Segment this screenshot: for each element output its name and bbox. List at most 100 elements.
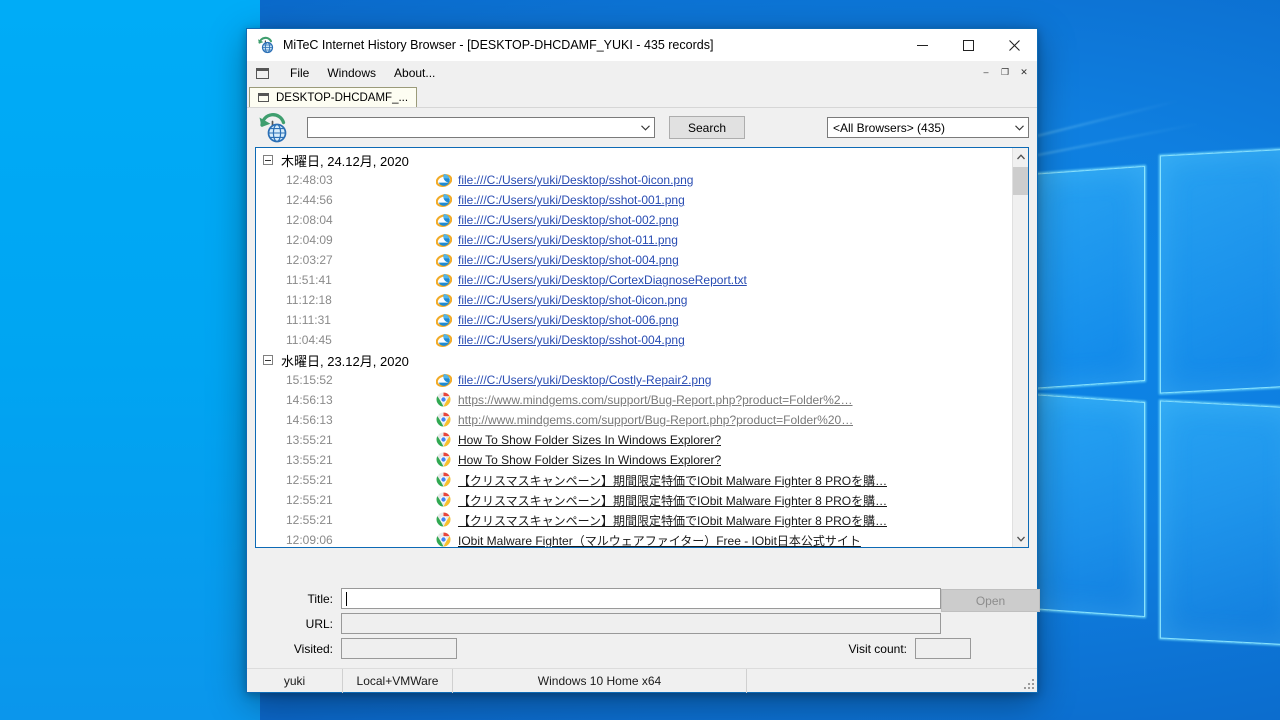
menu-bar: File Windows About... – ❐ ✕ (247, 61, 1037, 85)
vertical-scrollbar[interactable] (1012, 148, 1028, 547)
history-row-link[interactable]: file:///C:/Users/yuki/Desktop/sshot-004.… (458, 333, 685, 347)
history-row-link[interactable]: 【クリスマスキャンペーン】期間限定特価でIObit Malware Fighte… (458, 512, 887, 529)
history-row-link[interactable]: file:///C:/Users/yuki/Desktop/sshot-0ico… (458, 173, 693, 187)
internet-explorer-icon (435, 212, 453, 228)
internet-explorer-icon (435, 272, 453, 288)
internet-explorer-icon (435, 232, 453, 248)
minimize-button[interactable] (899, 29, 945, 61)
window-title: MiTeC Internet History Browser - [DESKTO… (283, 38, 714, 52)
menu-item-about[interactable]: About... (385, 64, 444, 82)
history-row-time: 11:11:31 (286, 313, 331, 327)
maximize-button[interactable] (945, 29, 991, 61)
open-button[interactable]: Open (941, 589, 1040, 612)
history-row-link[interactable]: 【クリスマスキャンペーン】期間限定特価でIObit Malware Fighte… (458, 472, 887, 489)
resize-grip[interactable] (1024, 679, 1034, 689)
history-row-link[interactable]: How To Show Folder Sizes In Windows Expl… (458, 453, 721, 467)
scrollbar-thumb[interactable] (1012, 167, 1028, 195)
internet-explorer-icon (435, 332, 453, 348)
history-row[interactable]: 12:55:21 【クリスマスキャンペーン】期間限定特価でIObit Malwar… (256, 490, 1012, 510)
history-row-link[interactable]: IObit Malware Fighter（マルウェアファイター）Free - … (458, 532, 861, 548)
close-button[interactable] (991, 29, 1037, 61)
history-row[interactable]: 12:04:09 file:///C:/Users/yuki/Desktop/sh… (256, 230, 1012, 250)
scroll-up-icon[interactable] (1012, 148, 1028, 165)
scroll-down-icon[interactable] (1012, 530, 1028, 547)
history-row-link[interactable]: 【クリスマスキャンペーン】期間限定特価でIObit Malware Fighte… (458, 492, 887, 509)
history-row-time: 12:08:04 (286, 213, 333, 227)
history-row[interactable]: 11:51:41 file:///C:/Users/yuki/Desktop/Co… (256, 270, 1012, 290)
url-field[interactable] (341, 613, 941, 634)
mdi-restore-button[interactable]: ❐ (996, 64, 1014, 80)
history-row-link[interactable]: https://www.mindgems.com/support/Bug-Rep… (458, 393, 853, 407)
history-row[interactable]: 12:44:56 file:///C:/Users/yuki/Desktop/ss… (256, 190, 1012, 210)
history-row[interactable]: 12:55:21 【クリスマスキャンペーン】期間限定特価でIObit Malwar… (256, 510, 1012, 530)
collapse-expander-icon[interactable] (263, 355, 273, 365)
history-list[interactable]: 木曜日, 24.12月, 2020 12:48:03 file:///C:/User… (256, 148, 1012, 547)
visited-field[interactable] (341, 638, 457, 659)
title-bar[interactable]: MiTeC Internet History Browser - [DESKTO… (247, 29, 1037, 61)
history-row-link[interactable]: file:///C:/Users/yuki/Desktop/shot-004.p… (458, 253, 679, 267)
history-row-time: 12:55:21 (286, 493, 333, 507)
status-extra (747, 669, 1033, 693)
status-source: Local+VMWare (343, 668, 453, 693)
history-row[interactable]: 12:03:27 file:///C:/Users/yuki/Desktop/sh… (256, 250, 1012, 270)
history-row[interactable]: 15:15:52 file:///C:/Users/yuki/Desktop/Co… (256, 370, 1012, 390)
menu-item-file[interactable]: File (281, 64, 318, 82)
search-combo[interactable] (307, 117, 655, 138)
chrome-icon (436, 392, 452, 408)
history-row-link[interactable]: How To Show Folder Sizes In Windows Expl… (458, 433, 721, 447)
collapse-expander-icon[interactable] (263, 155, 273, 165)
history-row-time: 12:44:56 (286, 193, 333, 207)
history-row-time: 12:04:09 (286, 233, 333, 247)
history-row[interactable]: 12:48:03 file:///C:/Users/yuki/Desktop/ss… (256, 170, 1012, 190)
window-icon (258, 93, 269, 102)
tab-desktop-dhcdamf[interactable]: DESKTOP-DHCDAMF_... (249, 87, 418, 107)
visited-field-label: Visited: (293, 641, 333, 656)
mdi-window-icon (256, 67, 269, 79)
history-row[interactable]: 12:55:21 【クリスマスキャンペーン】期間限定特価でIObit Malwar… (256, 470, 1012, 490)
title-field[interactable] (341, 588, 941, 609)
history-row-time: 14:56:13 (286, 413, 333, 427)
history-row-link[interactable]: file:///C:/Users/yuki/Desktop/shot-0icon… (458, 293, 687, 307)
url-field-label: URL: (305, 616, 333, 631)
status-user: yuki (247, 668, 343, 693)
history-row[interactable]: 12:09:06 IObit Malware Fighter（マルウェアファイター… (256, 530, 1012, 547)
history-row-time: 12:55:21 (286, 513, 333, 527)
history-globe-icon (257, 36, 275, 54)
application-window: MiTeC Internet History Browser - [DESKTO… (246, 28, 1040, 693)
history-row-link[interactable]: file:///C:/Users/yuki/Desktop/sshot-001.… (458, 193, 685, 207)
details-panel: Title: Open URL: Visited: Visit count: (247, 548, 1040, 668)
history-row[interactable]: 13:55:21 How To Show Folder Sizes In Wind… (256, 430, 1012, 450)
date-group-header[interactable]: 木曜日, 24.12月, 2020 (256, 150, 1012, 170)
wallpaper-light-ray (1021, 122, 1199, 160)
history-row-link[interactable]: file:///C:/Users/yuki/Desktop/shot-006.p… (458, 313, 679, 327)
history-row[interactable]: 11:04:45 file:///C:/Users/yuki/Desktop/ss… (256, 330, 1012, 350)
history-row-time: 12:03:27 (286, 253, 333, 267)
browser-filter-combo[interactable]: <All Browsers> (435) (827, 117, 1029, 138)
history-row[interactable]: 11:12:18 file:///C:/Users/yuki/Desktop/sh… (256, 290, 1012, 310)
wallpaper-left-gradient (0, 0, 260, 720)
chevron-down-icon[interactable] (1011, 118, 1028, 137)
history-row[interactable]: 14:56:13 https://www.mindgems.com/support… (256, 390, 1012, 410)
history-row[interactable]: 14:56:13 http://www.mindgems.com/support/… (256, 410, 1012, 430)
history-row-link[interactable]: file:///C:/Users/yuki/Desktop/shot-011.p… (458, 233, 678, 247)
visit-count-field[interactable] (915, 638, 971, 659)
date-group-header[interactable]: 水曜日, 23.12月, 2020 (256, 350, 1012, 370)
search-input[interactable] (308, 119, 637, 136)
history-row-link[interactable]: file:///C:/Users/yuki/Desktop/CortexDiag… (458, 273, 747, 287)
mdi-close-button[interactable]: ✕ (1015, 64, 1033, 80)
tab-strip: DESKTOP-DHCDAMF_... (247, 85, 1037, 107)
scrollbar-track[interactable] (1012, 165, 1028, 530)
history-row-time: 12:55:21 (286, 473, 333, 487)
history-row[interactable]: 12:08:04 file:///C:/Users/yuki/Desktop/sh… (256, 210, 1012, 230)
internet-explorer-icon (435, 172, 453, 188)
history-row-link[interactable]: file:///C:/Users/yuki/Desktop/shot-002.p… (458, 213, 679, 227)
history-row[interactable]: 11:11:31 file:///C:/Users/yuki/Desktop/sh… (256, 310, 1012, 330)
history-row-link[interactable]: http://www.mindgems.com/support/Bug-Repo… (458, 413, 853, 427)
history-row-link[interactable]: file:///C:/Users/yuki/Desktop/Costly-Rep… (458, 373, 711, 387)
history-row[interactable]: 13:55:21 How To Show Folder Sizes In Wind… (256, 450, 1012, 470)
internet-explorer-icon (435, 252, 453, 268)
mdi-minimize-button[interactable]: – (977, 64, 995, 80)
menu-item-windows[interactable]: Windows (318, 64, 385, 82)
chevron-down-icon[interactable] (637, 118, 654, 137)
search-button[interactable]: Search (669, 116, 745, 139)
